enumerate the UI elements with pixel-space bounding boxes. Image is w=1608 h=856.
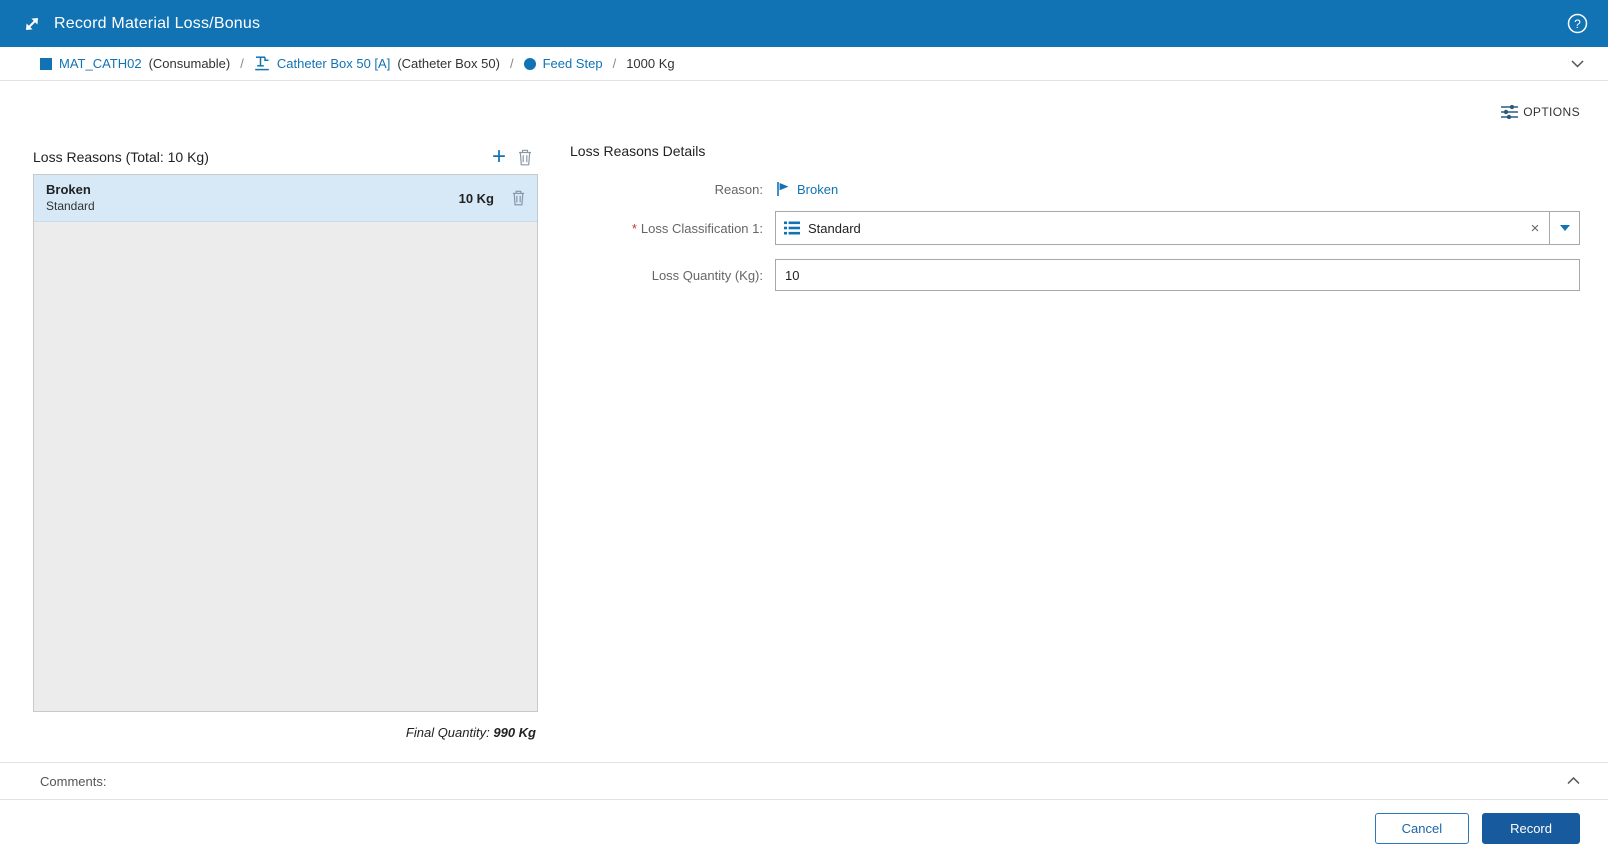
classification-row: * Loss Classification 1: Standard × (570, 211, 1580, 245)
comments-section[interactable]: Comments: (0, 762, 1608, 800)
trash-icon (518, 149, 532, 166)
loss-reason-row-text: Broken Standard (46, 182, 459, 213)
dropdown-button[interactable] (1549, 212, 1579, 244)
clear-icon[interactable]: × (1521, 212, 1549, 244)
plus-icon: + (491, 143, 506, 170)
main-content: OPTIONS Loss Reasons (Total: 10 Kg) + Br… (0, 81, 1608, 762)
options-button[interactable]: OPTIONS (1501, 105, 1580, 119)
breadcrumb: MAT_CATH02 (Consumable) / Catheter Box 5… (0, 47, 1608, 81)
loss-reasons-panel-header: Loss Reasons (Total: 10 Kg) + (33, 143, 538, 171)
app-header: Record Material Loss/Bonus ? (0, 0, 1608, 47)
loss-reason-row[interactable]: Broken Standard 10 Kg (34, 175, 537, 222)
help-icon[interactable]: ? (1566, 13, 1588, 35)
material-icon (40, 57, 52, 70)
reason-value: Broken (797, 181, 839, 197)
classification-label-text: Loss Classification 1: (640, 220, 763, 236)
final-quantity-value: 990 Kg (493, 725, 536, 740)
chevron-down-icon[interactable] (1567, 56, 1588, 72)
quantity-row: Loss Quantity (Kg): (570, 259, 1580, 291)
loss-reason-row-classification: Standard (46, 198, 95, 213)
loss-reason-row-quantity: 10 Kg (458, 190, 494, 206)
breadcrumb-separator: / (240, 56, 244, 71)
loss-quantity-input[interactable] (775, 259, 1580, 291)
options-icon (1501, 105, 1519, 119)
classification-label: * Loss Classification 1: (570, 221, 775, 236)
breadcrumb-separator: / (612, 56, 617, 71)
breadcrumb-resource-link[interactable]: Catheter Box 50 [A] (277, 56, 390, 71)
delete-loss-reason-button[interactable] (512, 147, 538, 168)
breadcrumb-material-link[interactable]: MAT_CATH02 (59, 56, 142, 71)
row-delete-button[interactable] (510, 188, 527, 208)
chevron-up-icon[interactable] (1563, 773, 1584, 789)
loss-bonus-icon (22, 14, 42, 34)
breadcrumb-quantity: 1000 Kg (626, 56, 675, 71)
cancel-button[interactable]: Cancel (1374, 812, 1470, 844)
final-quantity: Final Quantity: 990 Kg (33, 725, 538, 740)
classification-combobox-value-area[interactable]: Standard (776, 212, 1521, 244)
svg-text:?: ? (1574, 17, 1581, 31)
resource-icon (254, 56, 270, 71)
classification-value: Standard (808, 220, 861, 236)
add-loss-reason-button[interactable]: + (486, 143, 512, 170)
footer: Cancel Record (0, 800, 1608, 856)
loss-reasons-list[interactable]: Broken Standard 10 Kg (33, 174, 538, 712)
trash-icon (512, 190, 525, 206)
classification-list-icon (784, 221, 800, 235)
reason-value-link[interactable]: Broken (775, 181, 838, 197)
breadcrumb-material-type: (Consumable) (148, 56, 231, 71)
required-marker: * (631, 220, 637, 236)
loss-reasons-title: Loss Reasons (Total: 10 Kg) (33, 149, 209, 165)
details-title: Loss Reasons Details (570, 143, 706, 159)
caret-down-icon (1559, 225, 1570, 231)
final-quantity-label: Final Quantity: (405, 725, 490, 740)
record-material-loss-bonus-screen: Record Material Loss/Bonus ? MAT_CATH02 … (0, 0, 1608, 856)
loss-reason-row-reason: Broken (46, 182, 91, 198)
breadcrumb-step-link[interactable]: Feed Step (543, 56, 603, 71)
breadcrumb-separator: / (509, 56, 514, 71)
step-icon (523, 57, 536, 70)
loss-reasons-details-panel: Loss Reasons Details Reason: Broken * Lo… (570, 143, 1580, 305)
options-label: OPTIONS (1523, 105, 1580, 119)
record-button[interactable]: Record (1482, 812, 1580, 844)
reason-row: Reason: Broken (570, 181, 1580, 197)
reason-label: Reason: (714, 181, 763, 197)
page-title: Record Material Loss/Bonus (54, 14, 261, 32)
loss-reasons-panel: Loss Reasons (Total: 10 Kg) + Broken Sta… (33, 143, 538, 740)
quantity-label: Loss Quantity (Kg): (651, 267, 763, 283)
classification-combobox[interactable]: Standard × (775, 211, 1580, 245)
comments-label: Comments: (40, 773, 107, 789)
breadcrumb-resource-type: (Catheter Box 50) (397, 56, 500, 71)
flag-icon (775, 181, 791, 197)
